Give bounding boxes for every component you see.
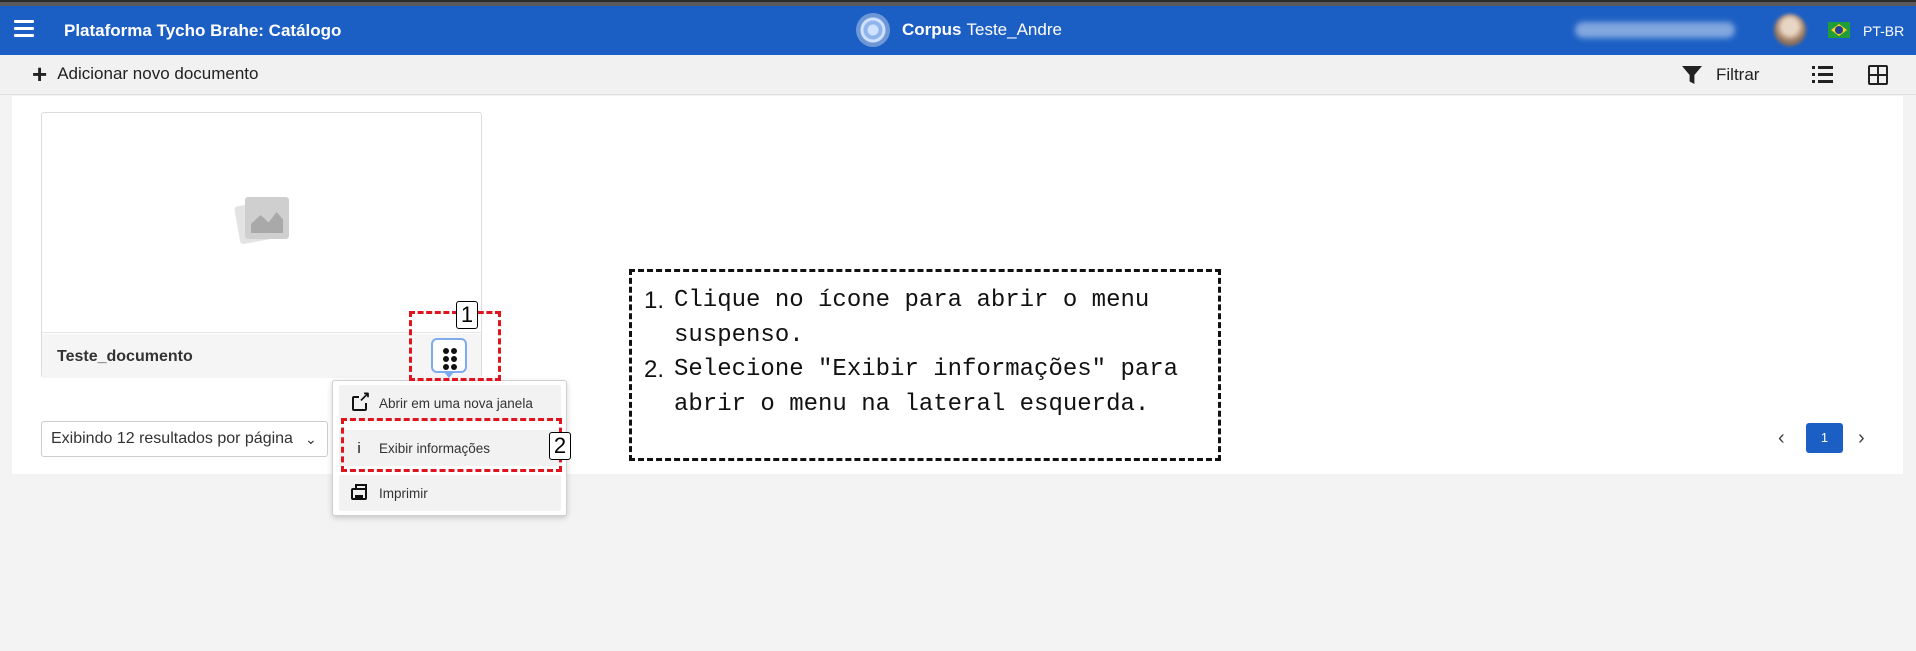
language-selector[interactable]: PT-BR xyxy=(1863,23,1904,39)
user-name-blurred[interactable] xyxy=(1575,22,1735,38)
annotation-marker-1: 1 xyxy=(456,301,478,329)
corpus-logo-icon xyxy=(856,13,890,47)
next-page-icon[interactable]: › xyxy=(1858,427,1865,450)
printer-icon xyxy=(351,483,367,500)
menu-item-print[interactable]: Imprimir xyxy=(339,475,561,511)
app-title: Plataforma Tycho Brahe: Catálogo xyxy=(64,21,342,40)
top-navbar: Plataforma Tycho Brahe: Catálogo Corpus … xyxy=(0,6,1916,55)
step-number: 1. xyxy=(644,287,665,314)
avatar[interactable] xyxy=(1774,14,1806,46)
corpus-name: Teste_Andre xyxy=(966,20,1062,39)
document-thumbnail[interactable] xyxy=(42,113,481,333)
corpus-label: Corpus xyxy=(902,20,962,39)
grid-view-icon[interactable] xyxy=(1868,65,1888,85)
add-document-label: Adicionar novo documento xyxy=(57,64,259,83)
hamburger-menu-icon[interactable] xyxy=(14,20,34,38)
external-link-icon xyxy=(351,389,371,412)
add-document-button[interactable]: + Adicionar novo documento xyxy=(32,59,259,89)
menu-item-open-new-window[interactable]: Abrir em uma nova janela xyxy=(339,385,561,421)
menu-item-label: Imprimir xyxy=(379,485,428,501)
instructions-box: 1. Clique no ícone para abrir o menu sus… xyxy=(629,269,1221,461)
results-per-page-select[interactable]: Exibindo 12 resultados por página ⌄ xyxy=(41,421,328,457)
page-button-current[interactable]: 1 xyxy=(1806,423,1843,453)
menu-item-label: Abrir em uma nova janela xyxy=(379,395,533,411)
step-text: Selecione "Exibir informações" para abri… xyxy=(674,356,1179,418)
filter-label: Filtrar xyxy=(1716,65,1760,84)
list-view-icon[interactable] xyxy=(1812,66,1834,84)
step-number: 2. xyxy=(644,356,665,383)
filter-button[interactable]: Filtrar xyxy=(1682,65,1759,85)
step-text: Clique no ícone para abrir o menu suspen… xyxy=(674,287,1150,349)
highlight-show-info xyxy=(341,418,562,472)
document-title: Teste_documento xyxy=(57,348,193,365)
filter-icon xyxy=(1682,66,1702,84)
chevron-down-icon: ⌄ xyxy=(304,430,317,447)
instruction-step: 2. Selecione "Exibir informações" para a… xyxy=(632,353,1218,422)
annotation-marker-2: 2 xyxy=(549,432,571,460)
corpus-indicator: Corpus Teste_Andre xyxy=(856,13,1062,47)
brazil-flag-icon[interactable] xyxy=(1828,22,1850,38)
instruction-step: 1. Clique no ícone para abrir o menu sus… xyxy=(632,284,1218,353)
image-placeholder-icon xyxy=(234,197,289,247)
highlight-menu-button xyxy=(409,311,501,381)
previous-page-icon[interactable]: ‹ xyxy=(1778,427,1785,450)
toolbar: + Adicionar novo documento Filtrar xyxy=(0,55,1916,95)
plus-icon: + xyxy=(32,59,48,89)
results-per-page-label: Exibindo 12 resultados por página xyxy=(51,430,293,447)
